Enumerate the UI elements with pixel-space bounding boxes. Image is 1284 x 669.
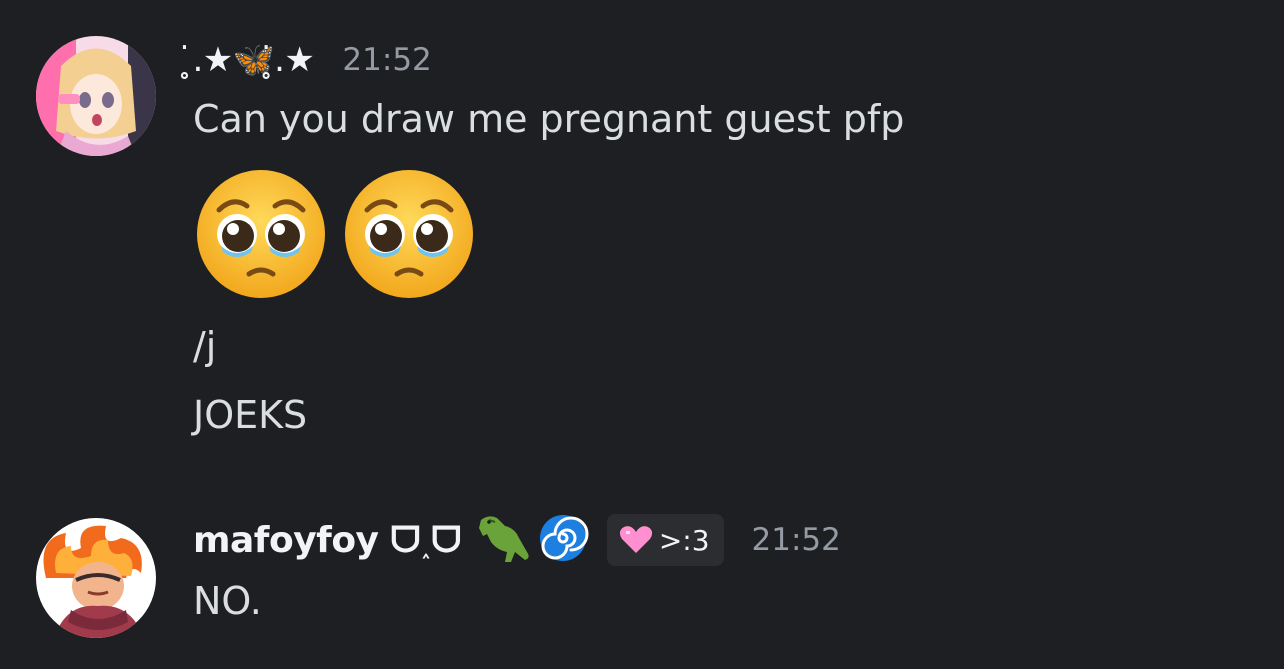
avatar[interactable] — [36, 36, 156, 156]
timestamp[interactable]: 21:52 — [752, 522, 841, 558]
heart-icon — [619, 525, 653, 555]
timestamp[interactable]: 21:52 — [342, 42, 431, 78]
message-text: Can you draw me pregnant guest pfp — [193, 97, 905, 141]
message-text: /j — [193, 324, 217, 368]
message-header: mafoyfoy ᗜ˰ᗜ >:3 21:52 — [193, 514, 841, 566]
t-rex-icon — [475, 512, 533, 568]
username[interactable]: mafoyfoy ᗜ˰ᗜ — [193, 519, 461, 562]
message-text: JOEKS — [193, 393, 308, 437]
clan-tag[interactable]: >:3 — [606, 514, 724, 566]
username[interactable]: ̥̇.★🦋̥̇.★ — [193, 40, 315, 80]
message-text: NO. — [193, 579, 262, 623]
name-emojis — [475, 512, 589, 568]
emoji-row — [193, 166, 477, 306]
message-header: ̥̇.★🦋̥̇.★ 21:52 — [193, 34, 432, 86]
pleading-face-icon[interactable] — [193, 166, 329, 306]
chat-log: ̥̇.★🦋̥̇.★ 21:52 Can you draw me pregnant… — [0, 0, 1284, 669]
clan-tag-text: >:3 — [658, 523, 710, 557]
avatar[interactable] — [36, 518, 156, 638]
cyclone-icon — [537, 512, 589, 568]
pleading-face-icon[interactable] — [341, 166, 477, 306]
